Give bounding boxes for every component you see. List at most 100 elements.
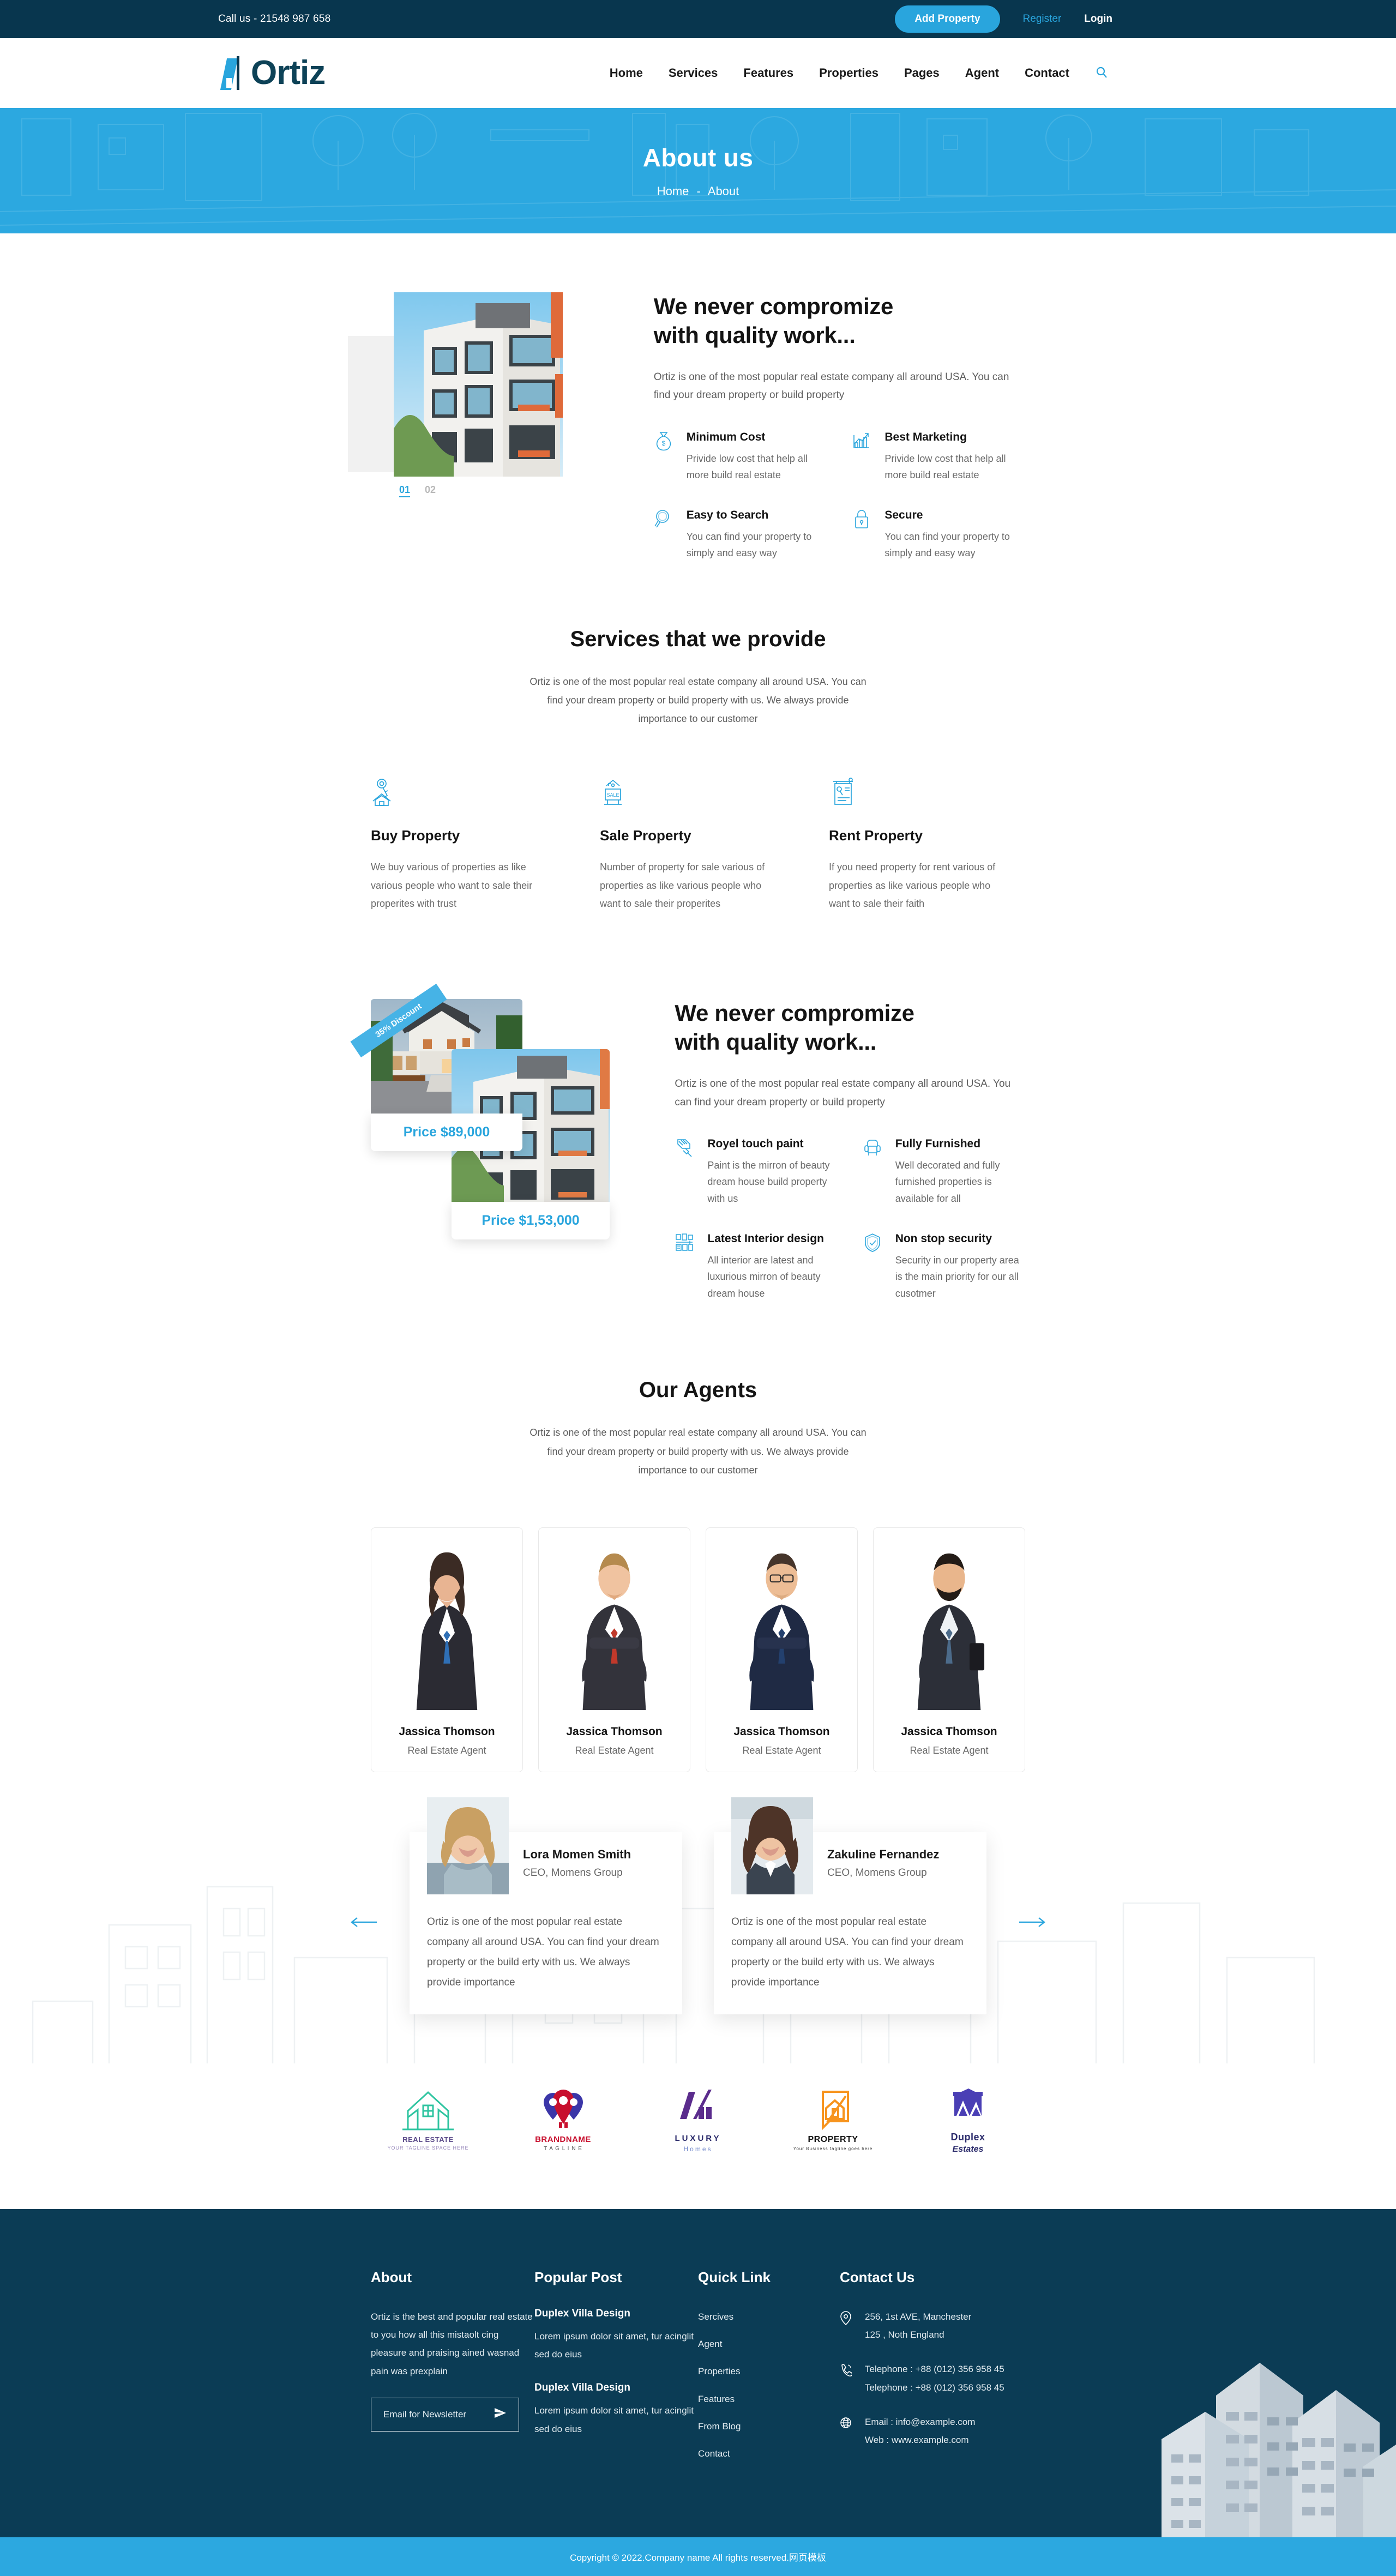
popular-post-item[interactable]: Duplex Villa Design Lorem ipsum dolor si… <box>534 2382 698 2437</box>
quick-link-agent[interactable]: Agent <box>698 2335 840 2353</box>
section2-lead: Ortiz is one of the most popular real es… <box>675 1078 1011 1108</box>
footer-city-illustration <box>1162 2362 1396 2537</box>
newsletter-form[interactable] <box>371 2397 519 2431</box>
testimonial-role: CEO, Momens Group <box>827 1867 927 1879</box>
add-property-button[interactable]: Add Property <box>895 5 1000 33</box>
site-logo[interactable]: Ortiz <box>220 56 326 90</box>
popular-post-item[interactable]: Duplex Villa Design Lorem ipsum dolor si… <box>534 2308 698 2363</box>
slider-pagination: 01 02 <box>399 484 594 497</box>
agent-card[interactable]: Jassica Thomson Real Estate Agent <box>706 1527 858 1772</box>
service-rent-property[interactable]: Rent Property If you need property for r… <box>829 777 1025 913</box>
quick-link-features[interactable]: Features <box>698 2390 840 2408</box>
house-document-logo <box>821 2091 849 2130</box>
brand-tagline: YOUR TAGLINE SPACE HERE <box>387 2145 469 2151</box>
arrow-right-icon[interactable] <box>1018 1915 1046 1932</box>
service-buy-property[interactable]: Buy Property We buy various of propertie… <box>371 777 567 913</box>
location-pin-icon <box>840 2308 854 2328</box>
agents-title: Our Agents <box>639 1378 757 1403</box>
footer-contact-column: Contact Us 256, 1st AVE, Manchester 125 … <box>840 2269 1025 2472</box>
avatar <box>427 1797 509 1894</box>
newsletter-input[interactable] <box>383 2409 487 2420</box>
house-outline-logo <box>402 2091 454 2130</box>
feature-text: All interior are latest and luxurious mi… <box>707 1254 821 1299</box>
service-sale-property[interactable]: SALE Sale Property Number of property fo… <box>600 777 796 913</box>
section2-heading-line1: We never compromize <box>675 1000 914 1026</box>
feature-title: Royel touch paint <box>707 1137 804 1150</box>
copyright-bar: Copyright © 2022.Company name All rights… <box>0 2537 1396 2576</box>
nav-item-pages[interactable]: Pages <box>904 66 940 80</box>
service-text: Number of property for sale various of p… <box>600 862 765 910</box>
address-line-2: 125 , Noth England <box>865 2330 944 2340</box>
feature-minimum-cost: $ Minimum Cost Privide low cost that hel… <box>654 431 827 484</box>
footer-quick-column: Quick Link Sercives Agent Properties Fea… <box>698 2269 840 2472</box>
armchair-icon <box>863 1137 886 1207</box>
testimonial-name: Lora Momen Smith <box>523 1847 631 1861</box>
quick-link-contact[interactable]: Contact <box>698 2445 840 2463</box>
nav-item-properties[interactable]: Properties <box>819 66 878 80</box>
main-nav: Home Services Features Properties Pages … <box>610 65 1108 81</box>
property-quality-section: 35% Discount Price $89,000 Price $1,53,0… <box>0 935 1396 1334</box>
quick-link-services[interactable]: Sercives <box>698 2308 840 2326</box>
nav-item-contact[interactable]: Contact <box>1025 66 1069 80</box>
rent-list-icon <box>829 777 1025 811</box>
nav-item-agent[interactable]: Agent <box>965 66 999 80</box>
footer-popular-column: Popular Post Duplex Villa Design Lorem i… <box>534 2269 698 2472</box>
feature-text: You can find your property to simply and… <box>686 531 812 559</box>
shield-check-icon <box>863 1232 886 1302</box>
contact-phone-row: Telephone : +88 (012) 356 958 45 Telepho… <box>840 2360 1025 2396</box>
login-link[interactable]: Login <box>1084 13 1112 25</box>
testimonial-card: Lora Momen Smith CEO, Momens Group Ortiz… <box>410 1797 682 2015</box>
post-title: Duplex Villa Design <box>534 2382 630 2394</box>
breadcrumb-home[interactable]: Home <box>657 184 689 198</box>
nav-item-features[interactable]: Features <box>743 66 793 80</box>
brand-logo-duplex-estates: Duplex Estates <box>911 2085 1025 2154</box>
agent-card[interactable]: Jassica Thomson Real Estate Agent <box>371 1527 523 1772</box>
address-line-1: 256, 1st AVE, Manchester <box>865 2312 972 2322</box>
agent-card[interactable]: Jassica Thomson Real Estate Agent <box>873 1527 1025 1772</box>
paint-brush-icon <box>675 1137 697 1207</box>
feature-non-stop-security: Non stop security Security in our proper… <box>863 1232 1025 1302</box>
nav-item-home[interactable]: Home <box>610 66 643 80</box>
phone-line-2: Telephone : +88 (012) 356 958 45 <box>865 2382 1004 2393</box>
contact-address-row: 256, 1st AVE, Manchester 125 , Noth Engl… <box>840 2308 1025 2344</box>
send-icon[interactable] <box>494 2406 507 2422</box>
agent-role: Real Estate Agent <box>407 1744 486 1756</box>
brand-logos-section: REAL ESTATE YOUR TAGLINE SPACE HERE BRAN… <box>0 2063 1396 2209</box>
footer-quick-title: Quick Link <box>698 2269 771 2286</box>
brand-tagline: Homes <box>683 2145 713 2153</box>
search-icon[interactable] <box>1095 65 1108 81</box>
avatar <box>719 1540 844 1710</box>
feature-royel-touch-paint: Royel touch paint Paint is the mirron of… <box>675 1137 837 1207</box>
register-link[interactable]: Register <box>1023 13 1062 25</box>
quick-link-properties[interactable]: Properties <box>698 2362 840 2380</box>
agent-name: Jassica Thomson <box>733 1725 830 1738</box>
brand-logo-real-estate: REAL ESTATE YOUR TAGLINE SPACE HERE <box>371 2089 485 2151</box>
agent-role: Real Estate Agent <box>742 1744 821 1756</box>
agent-role: Real Estate Agent <box>910 1744 989 1756</box>
feature-text: You can find your property to simply and… <box>884 531 1010 559</box>
feature-title: Minimum Cost <box>686 430 766 443</box>
nav-item-services[interactable]: Services <box>669 66 718 80</box>
feature-latest-interior-design: Latest Interior design All interior are … <box>675 1232 837 1302</box>
feature-secure: Secure You can find your property to sim… <box>852 509 1025 562</box>
top-bar: Call us - 21548 987 658 Add Property Reg… <box>0 0 1396 38</box>
footer-about-title: About <box>371 2269 412 2286</box>
service-title: Buy Property <box>371 827 460 844</box>
money-bag-icon: $ <box>654 431 677 484</box>
services-title: Services that we provide <box>570 627 826 651</box>
avatar <box>887 1540 1012 1710</box>
arrow-left-icon[interactable] <box>350 1915 378 1932</box>
services-subtitle: Ortiz is one of the most popular real es… <box>529 676 867 725</box>
brand-name: Duplex <box>950 2132 985 2143</box>
post-text: Lorem ipsum dolor sit amet, tur acinglit… <box>534 2405 694 2434</box>
about-quality-section: 01 02 We never compromize with quality w… <box>0 233 1396 583</box>
brand-name: REAL ESTATE <box>402 2135 454 2144</box>
slide-indicator-01[interactable]: 01 <box>399 484 411 497</box>
feature-title: Easy to Search <box>686 508 769 521</box>
agent-card[interactable]: Jassica Thomson Real Estate Agent <box>538 1527 690 1772</box>
brand-name: BRANDNAME <box>535 2134 591 2144</box>
slide-indicator-02[interactable]: 02 <box>425 484 436 495</box>
feature-title: Best Marketing <box>884 430 967 443</box>
quick-link-from-blog[interactable]: From Blog <box>698 2417 840 2435</box>
phone-icon <box>840 2360 854 2379</box>
